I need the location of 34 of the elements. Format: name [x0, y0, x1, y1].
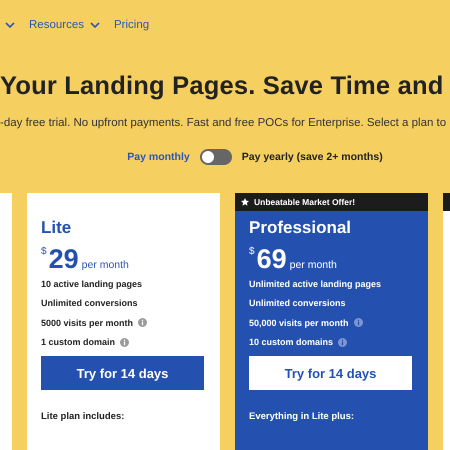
info-icon[interactable]: [120, 338, 130, 347]
billing-toggle[interactable]: [200, 149, 232, 165]
feature-text: Unlimited conversions: [41, 298, 138, 308]
feature-text: 10 active landing pages: [41, 278, 142, 289]
info-icon[interactable]: [138, 318, 148, 328]
plan-price: 29: [48, 244, 79, 275]
try-button[interactable]: Try for 14 days: [41, 356, 204, 390]
includes-heading: Lite plan includes:: [41, 411, 126, 422]
currency-symbol: $: [249, 246, 255, 257]
info-icon[interactable]: [338, 338, 348, 347]
feature-text: 5000 visits per month: [41, 318, 134, 328]
badge-text: Unbeatable Market Offer!: [254, 197, 356, 207]
plan-price: 69: [256, 244, 287, 275]
currency-symbol: $: [41, 246, 47, 257]
feature-text: 10 custom domains: [249, 337, 334, 348]
billing-option[interactable]: Pay yearly (save 2+ months): [242, 151, 383, 163]
subtitle: -day free trial. No upfront payments. Fast and free POCs for Enterprise. Select a plan to: [0, 116, 448, 130]
page-heading: Your Landing Pages. Save Time and: [0, 71, 445, 102]
feature-text: Unlimited conversions: [249, 298, 346, 308]
chevron-down-icon[interactable]: [5, 22, 15, 28]
plan-name: Lite: [41, 218, 72, 238]
nav-link[interactable]: Pricing: [114, 19, 150, 31]
nav-link[interactable]: Resources: [29, 19, 100, 31]
price-period: per month: [290, 259, 337, 271]
plan-name: Professional: [249, 218, 352, 238]
info-icon[interactable]: [354, 318, 363, 328]
try-button[interactable]: Try for 14 days: [249, 356, 412, 390]
feature-text: Unlimited active landing pages: [249, 278, 382, 289]
includes-heading: Everything in Lite plus:: [249, 411, 356, 422]
billing-option[interactable]: Pay monthly: [127, 151, 190, 163]
star-icon: [241, 198, 249, 206]
feature-text: 1 custom domain: [41, 337, 116, 348]
feature-text: 50,000 visits per month: [249, 318, 349, 328]
price-period: per month: [82, 259, 129, 271]
